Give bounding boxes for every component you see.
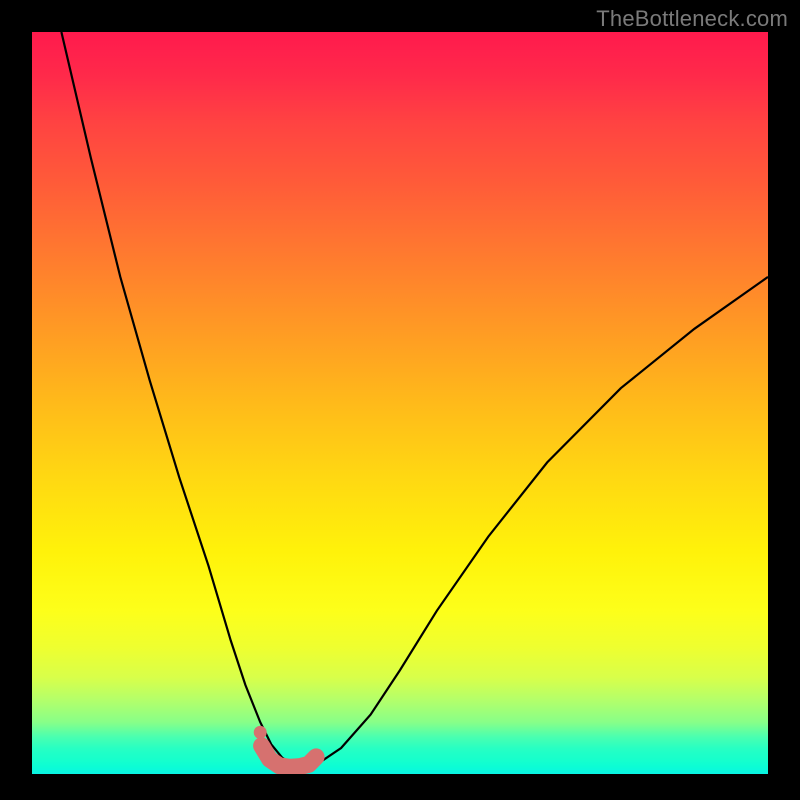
chart-svg (32, 32, 768, 774)
trough-highlight-dot (254, 726, 267, 739)
watermark-text: TheBottleneck.com (596, 6, 788, 32)
highlight-trough-markers (254, 726, 316, 767)
trough-highlight-path (262, 746, 317, 768)
bottleneck-curve (61, 32, 768, 767)
outer-frame: TheBottleneck.com (0, 0, 800, 800)
plot-area (32, 32, 768, 774)
